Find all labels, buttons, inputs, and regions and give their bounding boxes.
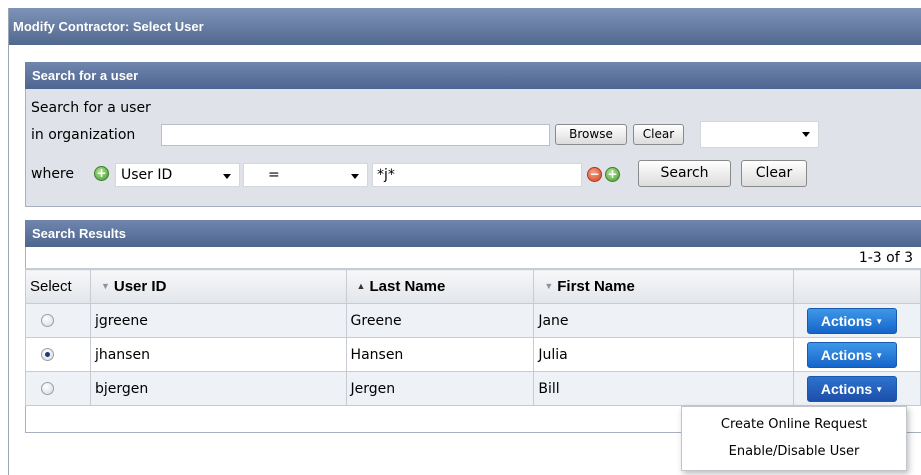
chevron-down-icon: ▼ <box>875 350 884 360</box>
organization-label: in organization <box>31 127 136 143</box>
select-cell <box>25 371 91 406</box>
actions-button-label: Actions <box>820 380 873 397</box>
chevron-down-icon <box>351 174 359 179</box>
actions-button[interactable]: Actions ▼ <box>806 307 897 334</box>
last-name-cell: Jergen <box>345 371 535 406</box>
user-id-cell: bjergen <box>89 371 347 406</box>
select-cell <box>25 337 91 372</box>
where-label: where <box>31 166 74 182</box>
operator-select[interactable]: = <box>243 163 368 187</box>
sort-asc-icon: ▲ <box>356 281 366 291</box>
organization-dropdown[interactable] <box>700 121 819 148</box>
clear-button[interactable]: Clear <box>741 160 807 187</box>
column-header-first-name-label: First Name <box>557 278 635 295</box>
actions-button[interactable]: Actions ▼ <box>806 375 897 402</box>
actions-cell: Actions ▼ <box>792 371 921 406</box>
table-row[interactable]: bjergen Jergen Bill Actions ▼ <box>25 371 921 406</box>
actions-button[interactable]: Actions ▼ <box>806 341 897 368</box>
column-header-first-name[interactable]: ▼ First Name <box>533 269 794 304</box>
actions-cell: Actions ▼ <box>792 303 921 338</box>
value-input[interactable]: *j* <box>372 163 582 187</box>
column-header-user-id[interactable]: ▼ User ID <box>89 269 347 304</box>
menu-item-create-online-request[interactable]: Create Online Request <box>682 411 906 438</box>
add-condition-icon[interactable]: + <box>605 167 620 182</box>
chevron-down-icon <box>802 132 810 137</box>
search-intro-label: Search for a user <box>31 100 151 116</box>
results-panel-title: Search Results <box>25 220 921 247</box>
results-range: 1-3 of 3 <box>25 247 921 269</box>
chevron-down-icon: ▼ <box>875 316 884 326</box>
user-id-cell: jhansen <box>89 337 347 372</box>
search-panel <box>25 89 921 207</box>
last-name-cell: Hansen <box>345 337 535 372</box>
results-table: Select ▼ User ID ▲ Last Name ▼ First Name j… <box>25 269 921 406</box>
column-header-actions <box>792 269 921 304</box>
user-id-cell: jgreene <box>89 303 347 338</box>
actions-cell: Actions ▼ <box>792 337 921 372</box>
page-title: Modify Contractor: Select User <box>9 8 921 45</box>
row-select-radio[interactable] <box>41 382 54 395</box>
chevron-down-icon: ▼ <box>875 384 884 394</box>
column-header-last-name-label: Last Name <box>369 278 446 295</box>
table-header-row: Select ▼ User ID ▲ Last Name ▼ First Name <box>25 269 921 304</box>
column-header-user-id-label: User ID <box>113 278 167 295</box>
browse-button[interactable]: Browse <box>555 124 627 145</box>
table-row[interactable]: jgreene Greene Jane Actions ▼ <box>25 303 921 338</box>
first-name-cell: Julia <box>533 337 794 372</box>
column-header-last-name[interactable]: ▲ Last Name <box>345 269 535 304</box>
last-name-cell: Greene <box>345 303 535 338</box>
actions-button-label: Actions <box>820 312 873 329</box>
operator-select-value: = <box>268 167 280 183</box>
chevron-down-icon <box>223 174 231 179</box>
actions-menu: Create Online Request Enable/Disable Use… <box>681 406 907 471</box>
attribute-select[interactable]: User ID <box>115 163 240 187</box>
search-button[interactable]: Search <box>638 160 731 187</box>
attribute-select-value: User ID <box>121 167 173 183</box>
row-select-radio[interactable] <box>41 348 54 361</box>
menu-item-enable-disable-user[interactable]: Enable/Disable User <box>682 438 906 465</box>
first-name-cell: Bill <box>533 371 794 406</box>
remove-condition-icon[interactable]: − <box>587 167 602 182</box>
search-panel-title: Search for a user <box>25 62 921 89</box>
row-select-radio[interactable] <box>41 314 54 327</box>
actions-button-label: Actions <box>820 346 873 363</box>
organization-input[interactable] <box>161 124 550 146</box>
sort-desc-icon: ▼ <box>100 281 110 291</box>
first-name-cell: Jane <box>533 303 794 338</box>
column-header-select: Select <box>25 269 91 304</box>
select-cell <box>25 303 91 338</box>
sort-desc-icon: ▼ <box>544 281 554 291</box>
table-row[interactable]: jhansen Hansen Julia Actions ▼ <box>25 337 921 372</box>
clear-organization-button[interactable]: Clear <box>633 124 684 145</box>
add-condition-icon[interactable]: + <box>94 166 109 181</box>
